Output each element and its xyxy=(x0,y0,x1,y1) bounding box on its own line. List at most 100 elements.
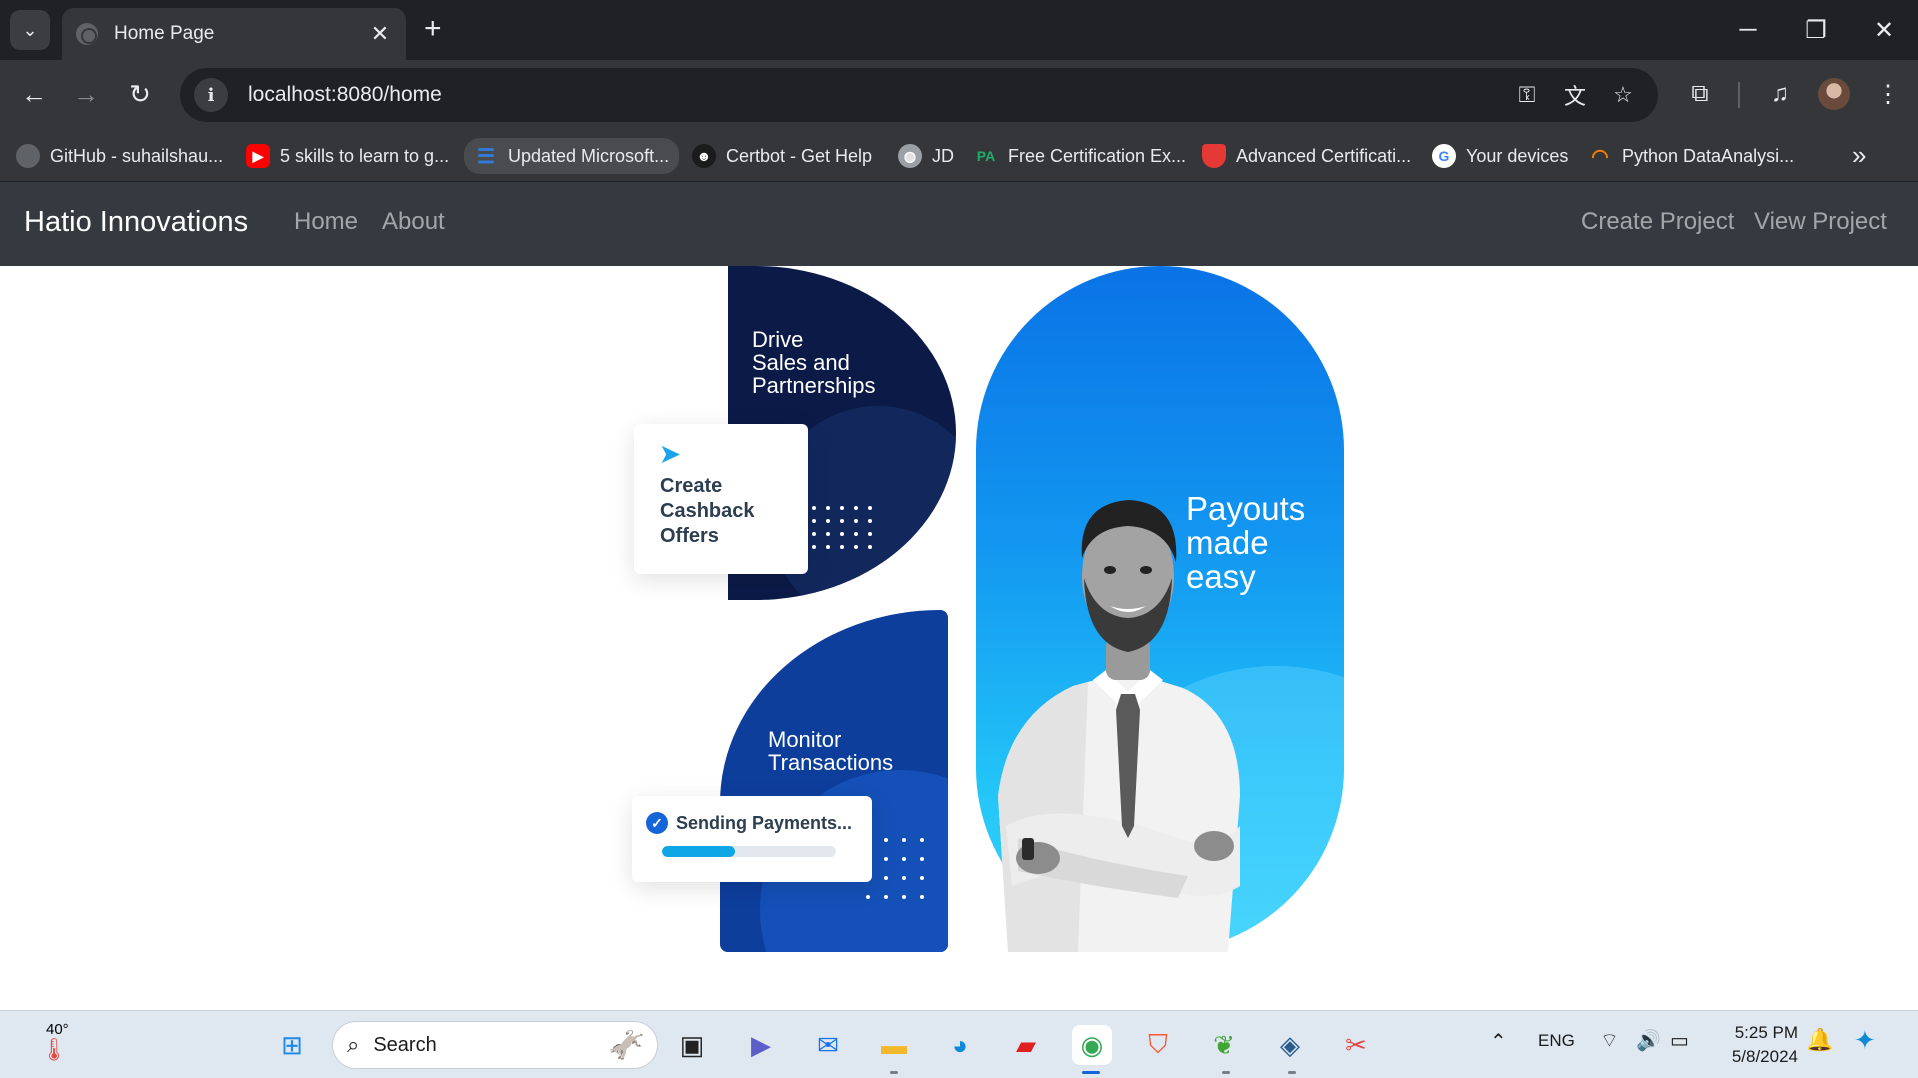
bookmark-free-cert[interactable]: PA Free Certification Ex... xyxy=(974,138,1186,174)
app-indicator xyxy=(890,1071,898,1074)
file-explorer-app[interactable]: ▬ xyxy=(874,1025,914,1065)
shield-icon xyxy=(1202,144,1226,168)
media-button[interactable]: ♫ xyxy=(1760,74,1800,114)
app-indicator-active xyxy=(1082,1071,1100,1074)
bookmark-label: Certbot - Get Help xyxy=(726,145,873,166)
task-view-button[interactable]: ▣ xyxy=(672,1025,712,1065)
mysql-app[interactable]: ◈ xyxy=(1270,1025,1310,1065)
check-circle-icon: ✓ xyxy=(646,812,668,834)
extensions-button[interactable]: ⧉ xyxy=(1680,74,1720,114)
acrobat-app[interactable]: ▰ xyxy=(1006,1025,1046,1065)
nav-view-project-link[interactable]: View Project xyxy=(1754,208,1887,236)
tab-title: Home Page xyxy=(114,23,215,44)
bookmark-github[interactable]: GitHub - suhailshau... xyxy=(16,138,223,174)
address-bar[interactable]: i localhost:8080/home ⚿ 文 ☆ xyxy=(180,68,1658,122)
bookmark-your-devices[interactable]: G Your devices xyxy=(1432,138,1568,174)
folder-icon: ▬ xyxy=(881,1029,907,1060)
bell-icon[interactable]: 🔔 xyxy=(1806,1027,1833,1053)
search-icon: ⌕ xyxy=(347,1032,360,1057)
clock-date: 5/8/2024 xyxy=(1731,1047,1798,1066)
site-info-icon[interactable]: i xyxy=(194,78,228,112)
bookmark-label: Updated Microsoft... xyxy=(508,145,670,166)
close-icon: ✕ xyxy=(1873,16,1895,44)
bookmark-label: Free Certification Ex... xyxy=(1008,145,1187,166)
leaf-icon: ❦ xyxy=(1213,1029,1235,1060)
nav-about-link[interactable]: About xyxy=(382,208,445,236)
weather-widget[interactable]: 40° 🌡 xyxy=(26,1021,80,1069)
bookmark-certbot[interactable]: ☻ Certbot - Get Help xyxy=(692,138,872,174)
new-tab-button[interactable]: + xyxy=(424,14,442,44)
certbot-icon: ☻ xyxy=(692,144,716,168)
teams-app[interactable]: ▶ xyxy=(741,1025,781,1065)
copilot-icon[interactable]: ✦ xyxy=(1854,1025,1876,1056)
profile-avatar[interactable] xyxy=(1818,78,1850,110)
back-button[interactable]: ← xyxy=(14,74,54,114)
swirl-icon: ◠ xyxy=(1591,145,1609,168)
key-icon[interactable]: ⚿ xyxy=(1512,80,1542,110)
nav-create-project-link[interactable]: Create Project xyxy=(1581,208,1734,236)
language-indicator[interactable]: ENG xyxy=(1538,1031,1575,1051)
payouts-text: Payouts made easy xyxy=(1186,490,1306,595)
globe-icon: ◍ xyxy=(898,144,922,168)
mail-app[interactable]: ✉ xyxy=(808,1025,848,1065)
arrow-left-icon: ← xyxy=(21,78,47,109)
app-navbar: Hatio Innovations Home About Create Proj… xyxy=(0,182,1918,266)
browser-toolbar: ← → ↻ i localhost:8080/home ⚿ 文 ☆ ⧉ ♫ ⋮ xyxy=(0,60,1918,130)
tab-search-button[interactable]: ⌄ xyxy=(10,10,50,50)
reload-button[interactable]: ↻ xyxy=(120,74,160,114)
leaf-app[interactable]: ❦ xyxy=(1204,1025,1244,1065)
bookmark-python[interactable]: ◠ Python DataAnalysi... xyxy=(1588,138,1794,174)
bookmark-label: Your devices xyxy=(1466,145,1569,166)
chevron-up-icon[interactable]: ⌃ xyxy=(1490,1029,1507,1054)
cashback-card: ➤ Create Cashback Offers xyxy=(634,424,808,574)
wifi-icon[interactable]: ⌔ xyxy=(1600,1028,1619,1053)
menu-button[interactable]: ⋮ xyxy=(1868,74,1908,114)
reload-icon: ↻ xyxy=(129,78,151,109)
sending-payments-card: ✓ Sending Payments... xyxy=(632,796,872,882)
close-icon[interactable]: ✕ xyxy=(368,21,392,47)
battery-icon[interactable]: ▭ xyxy=(1670,1028,1689,1053)
browser-tab-strip: ⌄ Home Page ✕ + ─ ❐ ✕ xyxy=(0,0,1918,60)
chrome-app[interactable]: ◉ xyxy=(1072,1025,1112,1065)
start-button[interactable]: ⊞ xyxy=(272,1025,312,1065)
brand-link[interactable]: Hatio Innovations xyxy=(24,206,248,239)
snipping-tool-app[interactable]: ✂ xyxy=(1336,1025,1376,1065)
mail-icon: ✉ xyxy=(817,1029,839,1060)
minimize-button[interactable]: ─ xyxy=(1728,10,1768,50)
pdf-icon: ▰ xyxy=(1016,1029,1036,1060)
windows-taskbar: 40° 🌡 ⊞ ⌕ Search 🫏 ▣ ▶ ✉ ▬ ◕ ▰ ◉ ⛉ ❦ ◈ ✂… xyxy=(0,1010,1918,1078)
dot-grid xyxy=(866,838,924,899)
bookmark-microsoft[interactable]: ☰ Updated Microsoft... xyxy=(464,138,680,174)
search-placeholder: Search xyxy=(373,1033,437,1056)
translate-icon[interactable]: 文 xyxy=(1560,80,1590,110)
restore-button[interactable]: ❐ xyxy=(1796,10,1836,50)
star-icon[interactable]: ☆ xyxy=(1608,80,1638,110)
app-indicator xyxy=(1222,1071,1230,1074)
chat-icon: ▶ xyxy=(751,1029,771,1060)
nav-home-link[interactable]: Home xyxy=(294,208,358,236)
drive-sales-text: Drive Sales and Partnerships xyxy=(752,327,876,398)
plus-icon: + xyxy=(424,12,442,45)
edge-app[interactable]: ◕ xyxy=(940,1025,980,1065)
volume-icon[interactable]: 🔊 xyxy=(1636,1028,1661,1053)
bookmarks-overflow-icon[interactable]: » xyxy=(1852,140,1866,171)
puzzle-icon: ⧉ xyxy=(1691,80,1709,107)
bookmark-label: Python DataAnalysi... xyxy=(1622,145,1795,166)
bookmark-youtube[interactable]: ▶ 5 skills to learn to g... xyxy=(246,138,449,174)
globe-icon xyxy=(76,23,98,45)
windows-icon: ⊞ xyxy=(281,1029,303,1060)
bookmark-jd[interactable]: ◍ JD xyxy=(898,138,954,174)
dolphin-icon: ◈ xyxy=(1280,1029,1300,1060)
forward-button[interactable]: → xyxy=(66,74,106,114)
taskbar-clock[interactable]: 5:25 PM 5/8/2024 xyxy=(1720,1021,1798,1069)
browser-tab[interactable]: Home Page ✕ xyxy=(62,8,406,60)
app-indicator xyxy=(1288,1071,1296,1074)
progress-fill xyxy=(662,846,736,857)
cashback-text: Create Cashback Offers xyxy=(660,475,755,547)
bookmark-label: JD xyxy=(932,145,954,166)
taskbar-search[interactable]: ⌕ Search 🫏 xyxy=(332,1021,658,1069)
window-close-button[interactable]: ✕ xyxy=(1864,10,1904,50)
bookmark-advanced-cert[interactable]: Advanced Certificati... xyxy=(1202,138,1411,174)
flag-icon: ➤ xyxy=(660,441,681,468)
brave-app[interactable]: ⛉ xyxy=(1138,1025,1178,1065)
